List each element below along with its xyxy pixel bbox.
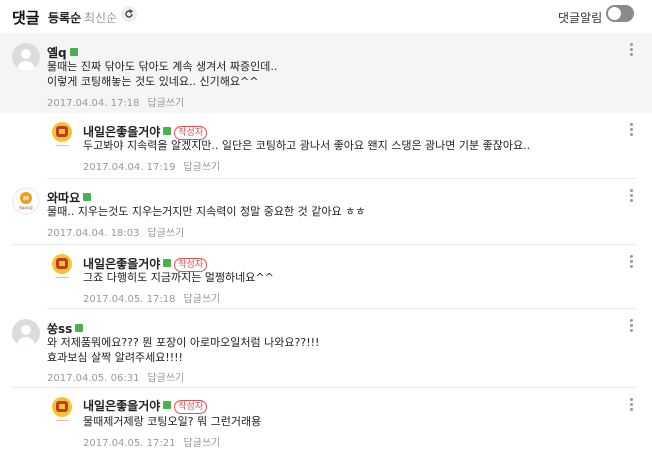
comment-text: 그죠 다행히도 지금까지는 멀쩡하네요^^ [83,271,274,284]
author-badge: 작성자 [174,400,208,414]
level-badge-icon [69,48,78,56]
level-badge-icon [75,324,84,332]
comment-alarm-toggle[interactable] [606,5,634,22]
comment-meta: 2017.04.05. 17:21 답글쓰기 [83,434,220,449]
more-options-icon[interactable] [630,123,634,138]
comment-meta: 2017.04.05. 06:31 답글쓰기 [47,369,184,384]
comment-reply-item: ~~~~ 내일은좋을거야 작성자 그죠 다행히도 지금까지는 멀쩡하네요^^ 20… [0,245,652,309]
comments-header: 댓글 등록순 최신순 댓글알림 [0,0,652,32]
svg-text:M: M [23,196,29,203]
more-options-icon[interactable] [630,398,634,413]
svg-text:~~~~: ~~~~ [55,418,68,423]
comment-date: 2017.04.04. 18:03 [47,228,140,239]
comment-meta: 2017.04.04. 17:18 답글쓰기 [47,94,184,109]
comment-text: 와 저제품뭐에요??? 뭔 포장이 아로마오일처럼 나와요??!!! 효과보심 … [47,336,320,364]
comment-reply-item: ~~~~ 내일은좋을거야 작성자 물때제거제랑 코팅오일? 뭐 그런거래용 201… [0,388,652,455]
refresh-button[interactable] [121,6,137,22]
more-options-icon[interactable] [630,319,634,334]
level-badge-icon [163,259,172,267]
reply-button[interactable]: 답글쓰기 [183,294,220,305]
toggle-knob [608,7,621,20]
reply-button[interactable]: 답글쓰기 [147,228,184,239]
reply-button[interactable]: 답글쓰기 [147,98,184,109]
comment-date: 2017.04.05. 17:21 [83,438,176,449]
comments-title: 댓글 [12,9,40,27]
avatar[interactable]: M 행복의지문 [12,187,40,215]
more-options-icon[interactable] [630,189,634,204]
comment-text: 물때제거제랑 코팅오일? 뭐 그런거래용 [83,415,262,428]
comment-date: 2017.04.05. 17:18 [83,294,176,305]
comment-reply-item: ~~~~ 내일은좋을거야 작성자 두고봐야 지속력을 알겠지만.. 일단은 코팅하… [0,113,652,179]
comment-item: 쏭ss 와 저제품뭐에요??? 뭔 포장이 아로마오일처럼 나와요??!!! 효… [0,309,652,388]
comment-text: 두고봐야 지속력을 알겠지만.. 일단은 코팅하고 광나서 좋아요 왠지 스댕은… [83,139,531,152]
svg-text:~~~~: ~~~~ [55,275,68,280]
comment-text: 물때.. 지우는것도 지우는거지만 지속력이 정말 중요한 것 같아요 ㅎㅎ [47,205,366,218]
level-badge-icon [163,127,172,135]
comment-meta: 2017.04.05. 17:18 답글쓰기 [83,290,220,305]
comment-date: 2017.04.04. 17:18 [47,98,140,109]
svg-text:~~~~: ~~~~ [55,143,68,148]
sort-registered-button[interactable]: 등록순 [48,9,81,26]
more-options-icon[interactable] [630,255,634,270]
reply-button[interactable]: 답글쓰기 [147,373,184,384]
sort-newest-button[interactable]: 최신순 [84,9,117,26]
comment-date: 2017.04.05. 06:31 [47,373,140,384]
comment-item: 옐q 물때는 진짜 닦아도 닦아도 계속 생겨서 짜증인데.. 이렇게 코팅해놓… [0,33,652,113]
more-options-icon[interactable] [630,43,634,58]
avatar[interactable]: ~~~~ [48,396,76,424]
level-badge-icon [83,193,92,201]
avatar[interactable] [12,319,40,347]
comment-text: 물때는 진짜 닦아도 닦아도 계속 생겨서 짜증인데.. 이렇게 코팅해놓는 것… [47,60,278,88]
comment-date: 2017.04.04. 17:19 [83,162,176,173]
reply-button[interactable]: 답글쓰기 [183,438,220,449]
comment-meta: 2017.04.04. 18:03 답글쓰기 [47,224,184,239]
level-badge-icon [163,401,172,409]
avatar[interactable] [12,43,40,71]
refresh-icon [125,9,134,18]
avatar[interactable]: ~~~~ [48,253,76,281]
comment-author[interactable]: 내일은좋을거야 작성자 [83,397,208,414]
reply-button[interactable]: 답글쓰기 [183,162,220,173]
comment-alarm-label: 댓글알림 [558,11,603,25]
avatar[interactable]: ~~~~ [48,121,76,149]
comment-item: M 행복의지문 와따요 물때.. 지우는것도 지우는거지만 지속력이 정말 중요… [0,179,652,245]
comment-meta: 2017.04.04. 17:19 답글쓰기 [83,158,220,173]
svg-text:행복의지문: 행복의지문 [19,205,33,210]
